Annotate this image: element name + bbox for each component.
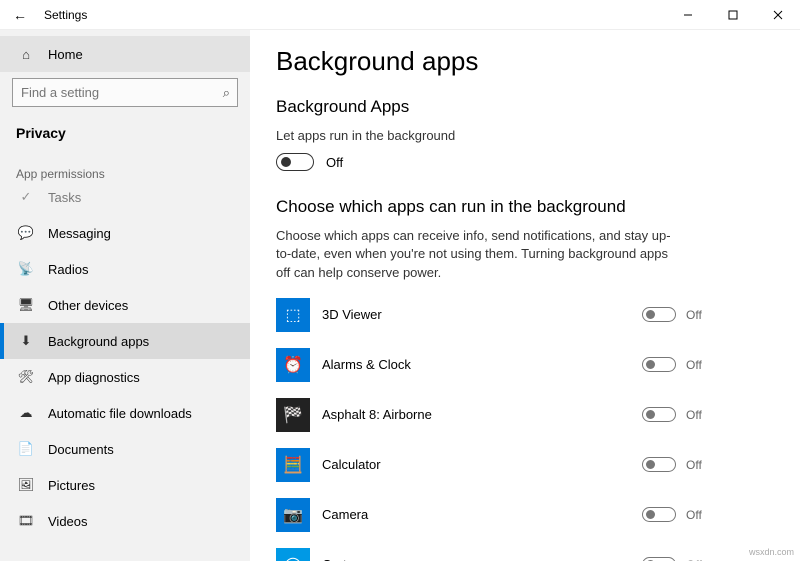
app-toggle-state: Off <box>686 508 706 522</box>
page-title: Background apps <box>276 46 774 77</box>
nav-icon: 🛠 <box>18 369 34 385</box>
master-toggle-state: Off <box>326 155 343 170</box>
titlebar: ← Settings <box>0 0 800 30</box>
app-toggle-state: Off <box>686 458 706 472</box>
sidebar-item-label: Automatic file downloads <box>48 406 192 421</box>
master-toggle-label: Let apps run in the background <box>276 127 676 145</box>
master-toggle[interactable] <box>276 153 314 171</box>
app-row: ⏰ Alarms & Clock Off <box>276 340 706 390</box>
sidebar-item-tasks[interactable]: ✓ Tasks <box>0 179 250 215</box>
sidebar-item-label: Videos <box>48 514 88 529</box>
sidebar: ⌂ Home ⌕ Privacy App permissions ✓Tasks💬… <box>0 30 250 561</box>
nav-icon: 🎞 <box>18 513 34 529</box>
sidebar-item-messaging[interactable]: 💬 Messaging <box>0 215 250 251</box>
app-toggle[interactable] <box>642 557 676 561</box>
close-button[interactable] <box>755 0 800 30</box>
sidebar-item-videos[interactable]: 🎞 Videos <box>0 503 250 539</box>
nav-icon: 📡 <box>18 261 34 277</box>
back-button[interactable]: ← <box>0 7 40 23</box>
home-button[interactable]: ⌂ Home <box>0 36 250 72</box>
home-icon: ⌂ <box>18 46 34 62</box>
nav-icon: ✓ <box>18 189 34 205</box>
app-row: ◯CortanaOff <box>276 540 706 561</box>
app-icon: 📷 <box>276 498 310 532</box>
sidebar-item-label: Background apps <box>48 334 149 349</box>
main-panel: Background apps Background Apps Let apps… <box>250 30 800 561</box>
sidebar-item-label: App diagnostics <box>48 370 140 385</box>
nav-icon: 📄 <box>18 441 34 457</box>
app-toggle-state: Off <box>686 358 706 372</box>
search-icon: ⌕ <box>223 85 230 101</box>
app-row: ⬚ 3D Viewer Off <box>276 290 706 340</box>
app-icon: ⬚ <box>276 298 310 332</box>
app-toggle[interactable] <box>642 407 676 422</box>
search-input[interactable] <box>12 78 238 107</box>
sidebar-item-label: Messaging <box>48 226 111 241</box>
sidebar-item-documents[interactable]: 📄 Documents <box>0 431 250 467</box>
sidebar-item-radios[interactable]: 📡 Radios <box>0 251 250 287</box>
nav-icon: 🖥 <box>18 297 34 313</box>
sidebar-item-background-apps[interactable]: ⬇ Background apps <box>0 323 250 359</box>
app-name: Alarms & Clock <box>322 357 630 372</box>
watermark: wsxdn.com <box>749 547 794 557</box>
app-toggle[interactable] <box>642 307 676 322</box>
nav-icon: ☁ <box>18 405 34 421</box>
app-row: 🧮 Calculator Off <box>276 440 706 490</box>
app-name: Cortana <box>322 557 630 561</box>
app-name: Asphalt 8: Airborne <box>322 407 630 422</box>
app-name: 3D Viewer <box>322 307 630 322</box>
sidebar-item-app-diagnostics[interactable]: 🛠 App diagnostics <box>0 359 250 395</box>
app-toggle-state: Off <box>686 408 706 422</box>
sidebar-item-automatic-file-downloads[interactable]: ☁ Automatic file downloads <box>0 395 250 431</box>
sidebar-item-label: Pictures <box>48 478 95 493</box>
app-icon: 🧮 <box>276 448 310 482</box>
nav-icon: 🖼 <box>18 477 34 493</box>
app-name: Calculator <box>322 457 630 472</box>
maximize-button[interactable] <box>710 0 755 30</box>
category-title: Privacy <box>0 117 250 153</box>
sidebar-item-label: Tasks <box>48 190 81 205</box>
app-toggle-state: Off <box>686 308 706 322</box>
app-row: 🏁 Asphalt 8: Airborne Off <box>276 390 706 440</box>
app-icon: 🏁 <box>276 398 310 432</box>
app-icon: ◯ <box>276 548 310 561</box>
app-toggle[interactable] <box>642 457 676 472</box>
app-icon: ⏰ <box>276 348 310 382</box>
section-heading: Choose which apps can run in the backgro… <box>276 197 774 217</box>
sidebar-item-pictures[interactable]: 🖼 Pictures <box>0 467 250 503</box>
sidebar-item-label: Documents <box>48 442 114 457</box>
sidebar-item-label: Other devices <box>48 298 128 313</box>
minimize-button[interactable] <box>665 0 710 30</box>
home-label: Home <box>48 47 83 62</box>
nav-icon: ⬇ <box>18 333 34 349</box>
section-heading: Background Apps <box>276 97 774 117</box>
app-name: Camera <box>322 507 630 522</box>
app-toggle[interactable] <box>642 357 676 372</box>
window-title: Settings <box>44 8 87 22</box>
section-description: Choose which apps can receive info, send… <box>276 227 676 282</box>
sidebar-item-other-devices[interactable]: 🖥 Other devices <box>0 287 250 323</box>
sidebar-item-label: Radios <box>48 262 88 277</box>
app-row: 📷 Camera Off <box>276 490 706 540</box>
nav-icon: 💬 <box>18 225 34 241</box>
app-toggle[interactable] <box>642 507 676 522</box>
